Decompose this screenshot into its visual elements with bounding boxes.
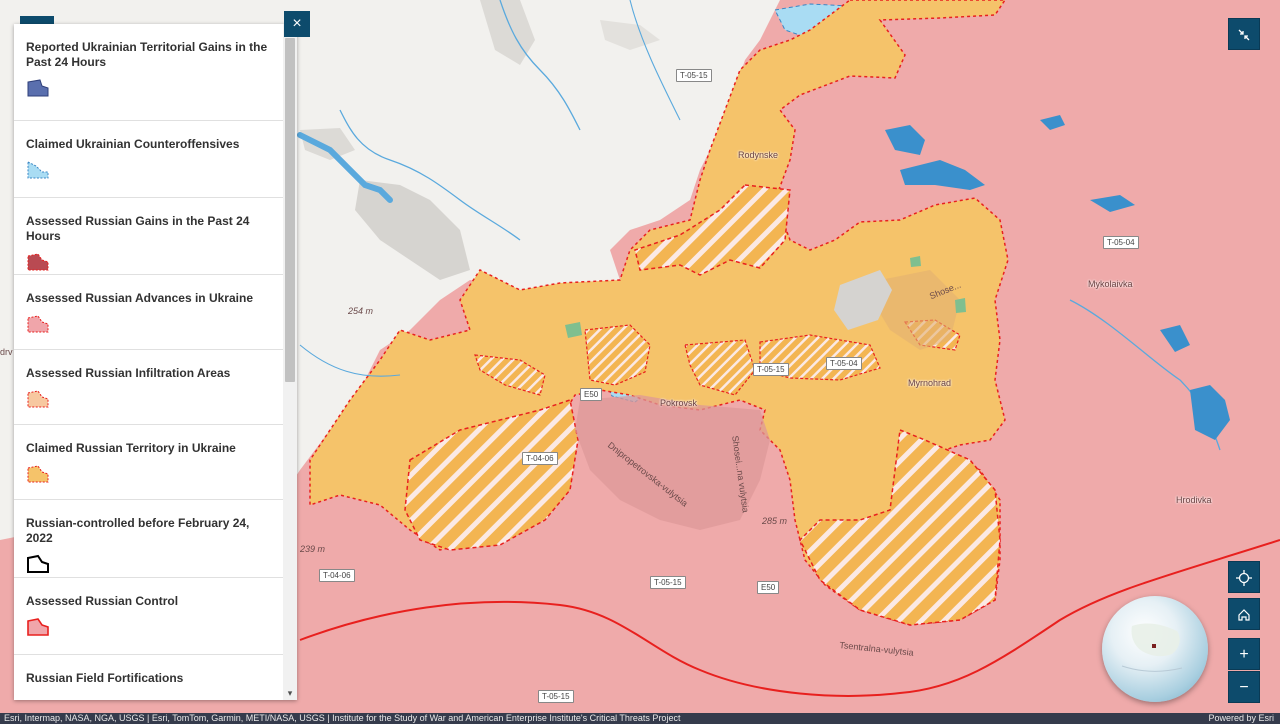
legend-item: Assessed Russian Control xyxy=(14,578,283,655)
legend-item: Assessed Russian Gains in the Past 24 Ho… xyxy=(14,198,283,275)
attribution-text: Esri, Intermap, NASA, NGA, USGS | Esri, … xyxy=(4,713,681,723)
legend-swatch-ukr-gains xyxy=(27,79,49,97)
legend-scrollbar[interactable]: ▾ xyxy=(283,24,297,700)
road-shield: T-05-15 xyxy=(676,69,712,82)
legend-item-label: Assessed Russian Control xyxy=(26,594,179,608)
legend-list[interactable]: Reported Ukrainian Territorial Gains in … xyxy=(14,24,283,700)
scroll-down-icon[interactable]: ▾ xyxy=(285,688,295,698)
home-icon xyxy=(1238,609,1250,621)
legend-item-label: Assessed Russian Advances in Ukraine xyxy=(26,291,253,305)
powered-by-link[interactable]: Powered by Esri xyxy=(1208,713,1274,724)
town-label: Mykolaivka xyxy=(1088,279,1133,289)
legend-item-label: Assessed Russian Infiltration Areas xyxy=(26,366,231,380)
elevation-label: 254 m xyxy=(348,306,374,316)
legend-swatch-rus-claimed xyxy=(27,465,49,483)
road-shield: T-05-15 xyxy=(538,690,574,703)
legend-item-label: Russian-controlled before February 24, 2… xyxy=(26,516,250,545)
road-shield: E50 xyxy=(757,581,780,594)
legend-panel: Reported Ukrainian Territorial Gains in … xyxy=(14,24,297,700)
legend-item: Russian Field Fortifications xyxy=(14,655,283,700)
crosshair-icon xyxy=(1236,570,1252,586)
road-shield: T-05-15 xyxy=(753,363,789,376)
legend-item-label: Claimed Ukrainian Counteroffensives xyxy=(26,137,240,151)
legend-swatch-rus-infiltration xyxy=(27,390,49,408)
road-shield: T-05-04 xyxy=(826,357,862,370)
collapse-button[interactable] xyxy=(1228,18,1260,50)
home-button[interactable] xyxy=(1228,598,1260,630)
road-shield: T-04-06 xyxy=(319,569,355,582)
overview-globe[interactable] xyxy=(1102,596,1208,702)
legend-swatch-fortifications xyxy=(26,694,66,700)
legend-item: Claimed Ukrainian Counteroffensives xyxy=(14,121,283,198)
town-label: Hrodivka xyxy=(1176,495,1212,505)
legend-swatch-pre-2022 xyxy=(27,554,49,573)
legend-item-label: Claimed Russian Territory in Ukraine xyxy=(26,441,236,455)
edge-label: drv xyxy=(0,347,13,357)
town-label: Pokrovsk xyxy=(660,398,698,408)
legend-item-label: Assessed Russian Gains in the Past 24 Ho… xyxy=(26,214,250,243)
town-label: Rodynske xyxy=(738,150,779,160)
locate-button[interactable] xyxy=(1228,561,1260,593)
road-shield: T-05-15 xyxy=(650,576,686,589)
zoom-out-button[interactable]: − xyxy=(1228,671,1260,703)
road-shield: T-05-04 xyxy=(1103,236,1139,249)
legend-item: Russian-controlled before February 24, 2… xyxy=(14,500,283,578)
legend-swatch-ukr-counter xyxy=(27,161,49,179)
collapse-arrows-icon xyxy=(1238,29,1250,41)
legend-item-label: Russian Field Fortifications xyxy=(26,671,184,685)
zoom-in-button[interactable]: + xyxy=(1228,638,1260,670)
elevation-label: 285 m xyxy=(762,516,788,526)
legend-item: Claimed Russian Territory in Ukraine xyxy=(14,425,283,500)
close-legend-button[interactable]: × xyxy=(284,11,310,37)
park xyxy=(955,298,966,313)
globe-icon xyxy=(1121,623,1183,672)
legend-item: Assessed Russian Advances in Ukraine xyxy=(14,275,283,350)
legend-item-label: Reported Ukrainian Territorial Gains in … xyxy=(26,40,268,69)
scrollbar-thumb[interactable] xyxy=(285,38,295,382)
legend-swatch-rus-advances xyxy=(27,315,49,333)
legend-swatch-rus-gains xyxy=(27,253,49,271)
legend-swatch-rus-control xyxy=(27,618,49,636)
town-label: Myrnohrad xyxy=(908,378,952,388)
elevation-label: 239 m xyxy=(300,544,326,554)
road-shield: T-04-06 xyxy=(522,452,558,465)
attribution-bar: Esri, Intermap, NASA, NGA, USGS | Esri, … xyxy=(0,713,1280,724)
legend-item: Reported Ukrainian Territorial Gains in … xyxy=(14,24,283,121)
road-shield: E50 xyxy=(580,388,603,401)
legend-item: Assessed Russian Infiltration Areas xyxy=(14,350,283,425)
